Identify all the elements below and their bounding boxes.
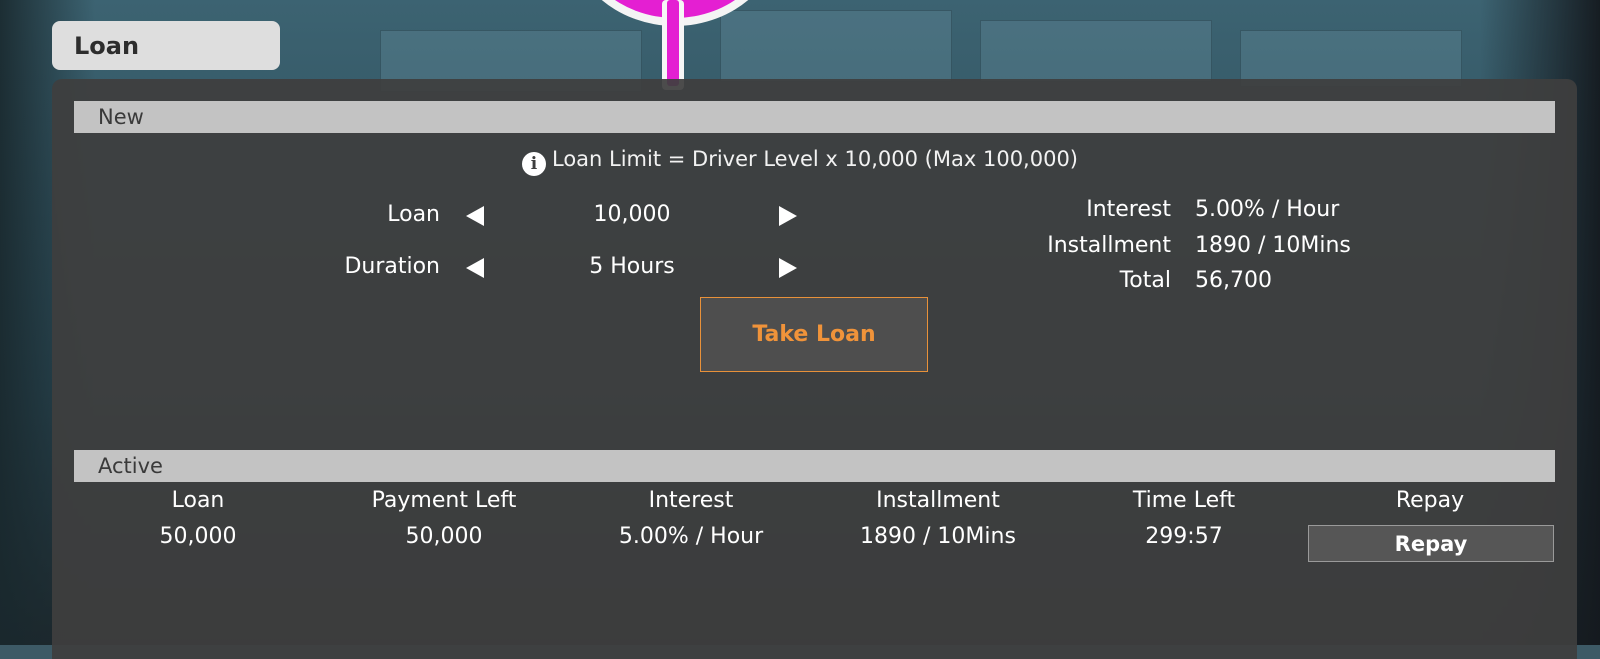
info-icon: i	[521, 152, 546, 176]
window-title-tab: Loan	[52, 21, 280, 70]
repay-button-label: Repay	[1394, 531, 1468, 556]
active-time-left: 299:57	[1145, 524, 1223, 549]
sign-pole	[662, 0, 684, 90]
repay-button[interactable]: Repay	[1308, 525, 1554, 562]
column-header-loan: Loan	[171, 488, 225, 513]
installment-value: 1890 / 10Mins	[1195, 233, 1351, 258]
active-interest: 5.00% / Hour	[618, 524, 764, 549]
column-header-repay: Repay	[1395, 488, 1465, 513]
section-header-active-label: Active	[98, 454, 163, 478]
loan-limit-text: Loan Limit = Driver Level x 10,000 (Max …	[551, 147, 1078, 171]
total-value: 56,700	[1195, 268, 1272, 293]
duration-value: 5 Hours	[589, 254, 675, 279]
loan-amount-increase-arrow-icon[interactable]	[779, 206, 797, 226]
installment-label: Installment	[1047, 233, 1171, 258]
active-payment-left: 50,000	[405, 524, 483, 549]
duration-increase-arrow-icon[interactable]	[779, 258, 797, 278]
loan-amount-decrease-arrow-icon[interactable]	[466, 206, 484, 226]
section-header-new-label: New	[98, 105, 144, 129]
active-loan-amount: 50,000	[159, 524, 237, 549]
section-header-active: Active	[74, 450, 1555, 482]
duration-label: Duration	[344, 254, 440, 279]
loan-amount-value: 10,000	[593, 202, 671, 227]
take-loan-button-label: Take Loan	[752, 322, 876, 347]
column-header-time-left: Time Left	[1132, 488, 1236, 513]
loan-limit-note: i Loan Limit = Driver Level x 10,000 (Max…	[0, 147, 1600, 176]
window-title: Loan	[74, 31, 140, 60]
loan-amount-label: Loan	[387, 202, 440, 227]
column-header-interest: Interest	[648, 488, 734, 513]
take-loan-button[interactable]: Take Loan	[700, 297, 928, 372]
total-label: Total	[1119, 268, 1171, 293]
interest-value: 5.00% / Hour	[1195, 197, 1340, 222]
column-header-installment: Installment	[876, 488, 1000, 513]
column-header-payment-left: Payment Left	[371, 488, 517, 513]
wall-block	[720, 10, 952, 82]
section-header-new: New	[74, 101, 1555, 133]
interest-label: Interest	[1086, 197, 1171, 222]
duration-decrease-arrow-icon[interactable]	[466, 258, 484, 278]
wall-block	[980, 20, 1212, 82]
active-installment: 1890 / 10Mins	[860, 524, 1016, 549]
